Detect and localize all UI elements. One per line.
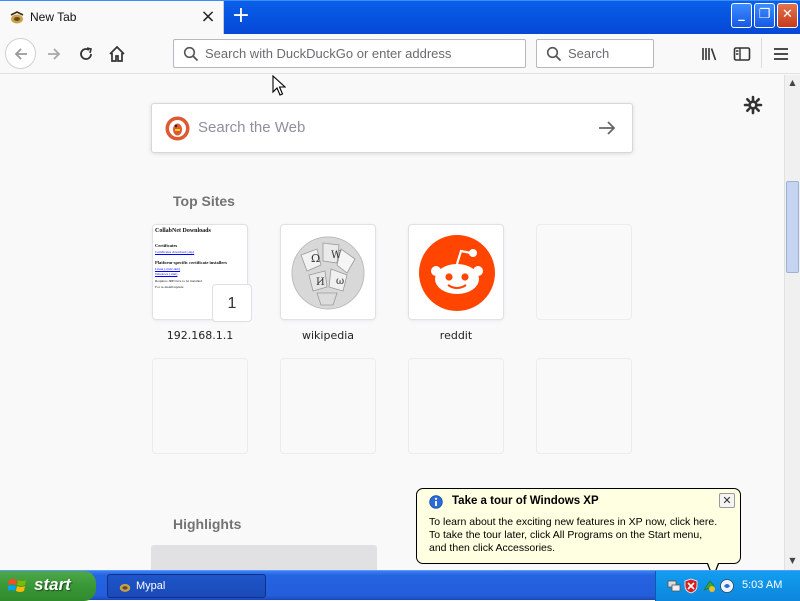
- start-button[interactable]: start: [0, 571, 96, 601]
- reload-icon: [80, 47, 92, 60]
- security-shield-icon[interactable]: [683, 578, 699, 594]
- taskbar-item-label: Mypal: [136, 580, 166, 592]
- tab-title: New Tab: [30, 10, 77, 24]
- tab-new-tab[interactable]: New Tab ×: [0, 1, 224, 35]
- windows-logo-icon: [8, 579, 26, 592]
- home-button[interactable]: [102, 40, 132, 68]
- reload-button[interactable]: [71, 40, 101, 68]
- balloon-text: and then click Accessories.: [429, 542, 556, 554]
- scroll-thumb[interactable]: [786, 181, 799, 273]
- thumbnail-link: Certificates download (.zip): [155, 250, 195, 254]
- tile-label: reddit: [439, 329, 473, 342]
- svg-text:W: W: [331, 250, 342, 261]
- hamburger-menu-icon: [774, 48, 788, 60]
- network-icon[interactable]: [666, 578, 682, 594]
- empty-top-site-slot[interactable]: [280, 358, 376, 454]
- clock[interactable]: 5:03 AM: [742, 579, 782, 591]
- sidebar-icon: [733, 47, 751, 61]
- minimize-button[interactable]: _: [731, 3, 752, 28]
- nav-toolbar: Search with DuckDuckGo or enter address …: [0, 34, 800, 74]
- highlights-heading: Highlights: [173, 516, 242, 532]
- wikipedia-logo-icon: Ω W И ω: [291, 236, 365, 310]
- forward-button[interactable]: [39, 40, 69, 68]
- search-icon: [183, 46, 199, 62]
- menu-button[interactable]: [766, 40, 796, 68]
- thumbnail-link: Linux (.rpm/.deb): [155, 267, 180, 271]
- web-search-box[interactable]: Search the Web: [151, 103, 633, 153]
- site-thumbnail: [408, 224, 504, 320]
- thumbnail-heading: CollabNet Downloads: [155, 228, 211, 234]
- web-search-placeholder: Search the Web: [198, 119, 306, 136]
- new-tab-button[interactable]: +: [228, 5, 254, 29]
- empty-top-site-slot[interactable]: [536, 224, 632, 320]
- search-icon: [546, 46, 562, 62]
- sidebar-button[interactable]: [727, 40, 757, 68]
- top-site-tile[interactable]: CollabNet Downloads Certificates Certifi…: [152, 224, 252, 342]
- balloon-title: Take a tour of Windows XP: [452, 495, 599, 507]
- site-thumbnail: Ω W И ω: [280, 224, 376, 320]
- back-arrow-icon: [14, 47, 27, 60]
- back-button[interactable]: [5, 38, 36, 69]
- thumbnail-text: Requires JRE/Java to be installed: [155, 279, 202, 283]
- tile-label: wikipedia: [301, 329, 354, 342]
- windows-tour-balloon[interactable]: Take a tour of Windows XP ✕ To learn abo…: [416, 488, 741, 579]
- search-placeholder: Search: [568, 46, 610, 61]
- system-tray: 5:03 AM: [655, 571, 800, 601]
- top-site-tile[interactable]: Ω W И ω wikipedia: [280, 224, 376, 342]
- close-icon[interactable]: ✕: [719, 493, 735, 508]
- home-icon: [109, 45, 125, 62]
- tab-close-icon[interactable]: ×: [198, 7, 218, 27]
- taskbar: start Mypal 5:03 AM: [0, 570, 800, 601]
- empty-top-site-slot[interactable]: [152, 358, 248, 454]
- balloon-text: To take the tour later, click All Progra…: [429, 529, 703, 541]
- thumbnail-link: Windows (.msi): [155, 272, 178, 276]
- library-icon: [702, 48, 717, 61]
- duckduckgo-logo-icon: [165, 116, 190, 141]
- tile-count-badge: 1: [212, 284, 252, 322]
- scroll-up-arrow-icon[interactable]: ▲: [785, 75, 800, 90]
- vertical-scrollbar[interactable]: ▲ ▼: [784, 75, 800, 570]
- library-button[interactable]: [695, 40, 725, 68]
- taskbar-item-mypal[interactable]: Mypal: [107, 574, 266, 598]
- toolbar-divider: [761, 38, 762, 68]
- reddit-logo-icon: [419, 235, 495, 311]
- empty-top-site-slot[interactable]: [536, 358, 632, 454]
- close-window-button[interactable]: ✕: [777, 3, 798, 28]
- thumbnail-subheading: Platform-specific certificate installers: [155, 260, 227, 265]
- scroll-down-arrow-icon[interactable]: ▼: [785, 553, 800, 568]
- empty-top-site-slot[interactable]: [408, 358, 504, 454]
- svg-text:ω: ω: [336, 276, 344, 287]
- browser-favicon-icon: [10, 11, 24, 24]
- tab-bar: New Tab × + _ ❐ ✕: [0, 0, 800, 35]
- tile-label: 192.168.1.1: [166, 329, 234, 342]
- mypal-app-icon: [119, 583, 131, 592]
- forward-arrow-icon: [48, 48, 61, 60]
- svg-text:Ω: Ω: [311, 252, 320, 265]
- gear-icon[interactable]: [742, 94, 764, 116]
- update-icon[interactable]: [701, 578, 717, 594]
- info-icon: [429, 495, 443, 509]
- balloon-text[interactable]: To learn about the exciting new features…: [429, 516, 717, 528]
- arrow-right-icon[interactable]: [596, 117, 618, 139]
- windows-tour-icon[interactable]: [719, 578, 735, 594]
- start-label: start: [34, 575, 71, 594]
- svg-text:И: И: [316, 277, 325, 288]
- thumbnail-subheading: Certificates: [155, 243, 178, 248]
- address-placeholder: Search with DuckDuckGo or enter address: [205, 46, 452, 61]
- top-site-tile[interactable]: reddit: [408, 224, 504, 342]
- address-bar[interactable]: Search with DuckDuckGo or enter address: [173, 39, 526, 68]
- mouse-pointer-icon: [272, 75, 286, 96]
- maximize-button[interactable]: ❐: [754, 3, 775, 28]
- search-box[interactable]: Search: [536, 39, 654, 68]
- top-sites-heading: Top Sites: [173, 193, 235, 209]
